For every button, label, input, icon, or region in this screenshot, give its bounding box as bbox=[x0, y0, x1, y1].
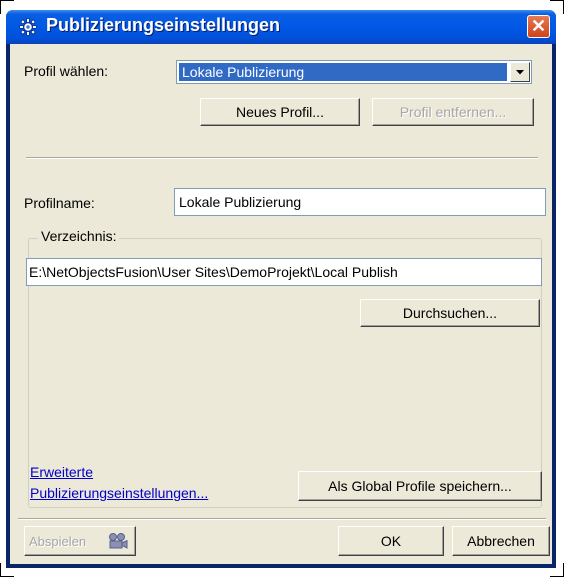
ok-label: OK bbox=[380, 533, 402, 549]
cancel-button[interactable]: Abbrechen bbox=[452, 526, 550, 556]
profile-name-label: Profilname: bbox=[24, 195, 95, 211]
play-button[interactable]: Abspielen bbox=[24, 526, 136, 556]
crop-mark-top-left bbox=[0, 0, 14, 1]
close-button[interactable]: ✕ bbox=[527, 15, 550, 38]
separator bbox=[26, 157, 538, 159]
chevron-down-icon bbox=[516, 70, 524, 75]
remove-profile-button[interactable]: Profil entfernen... bbox=[372, 98, 534, 126]
window-title: Publizierungseinstellungen bbox=[46, 15, 281, 35]
gear-icon bbox=[19, 18, 37, 36]
save-global-label: Als Global Profile speichern... bbox=[328, 478, 512, 494]
directory-path-value: E:\NetObjectsFusion\User Sites\DemoProje… bbox=[29, 264, 398, 280]
play-label: Abspielen bbox=[29, 534, 87, 549]
save-global-profile-button[interactable]: Als Global Profile speichern... bbox=[298, 471, 542, 501]
bottom-separator bbox=[18, 518, 546, 520]
crop-mark-top-right bbox=[550, 0, 564, 1]
video-camera-icon bbox=[109, 533, 128, 549]
crop-mark-top-left bbox=[0, 0, 1, 14]
crop-mark-bottom-left bbox=[0, 563, 1, 577]
dropdown-button[interactable] bbox=[510, 62, 530, 82]
advanced-link-line1: Erweiterte bbox=[30, 464, 94, 480]
profile-select[interactable]: Lokale Publizierung bbox=[176, 60, 532, 84]
profile-name-value: Lokale Publizierung bbox=[179, 194, 302, 210]
dialog-body: Profil wählen: Lokale Publizierung Neues… bbox=[10, 44, 552, 564]
title-bar[interactable]: Publizierungseinstellungen ✕ bbox=[6, 10, 556, 44]
remove-profile-label: Profil entfernen... bbox=[399, 104, 507, 120]
new-profile-label: Neues Profil... bbox=[236, 104, 324, 120]
new-profile-button[interactable]: Neues Profil... bbox=[200, 98, 360, 126]
profile-select-label: Profil wählen: bbox=[24, 63, 109, 79]
browse-label: Durchsuchen... bbox=[402, 305, 498, 321]
browse-button[interactable]: Durchsuchen... bbox=[360, 299, 540, 327]
directory-path-field[interactable]: E:\NetObjectsFusion\User Sites\DemoProje… bbox=[26, 258, 542, 286]
advanced-settings-link[interactable]: Erweiterte Publizierungseinstellungen... bbox=[30, 462, 208, 504]
cancel-label: Abbrechen bbox=[467, 533, 535, 549]
directory-group-label: Verzeichnis: bbox=[38, 228, 120, 244]
ok-button[interactable]: OK bbox=[338, 526, 444, 556]
profile-name-field[interactable]: Lokale Publizierung bbox=[174, 188, 546, 216]
profile-select-value: Lokale Publizierung bbox=[179, 63, 507, 81]
dialog-window: Publizierungseinstellungen ✕ Profil wähl… bbox=[6, 10, 556, 568]
advanced-link-line2: Publizierungseinstellungen... bbox=[30, 485, 209, 501]
close-icon: ✕ bbox=[530, 16, 547, 36]
